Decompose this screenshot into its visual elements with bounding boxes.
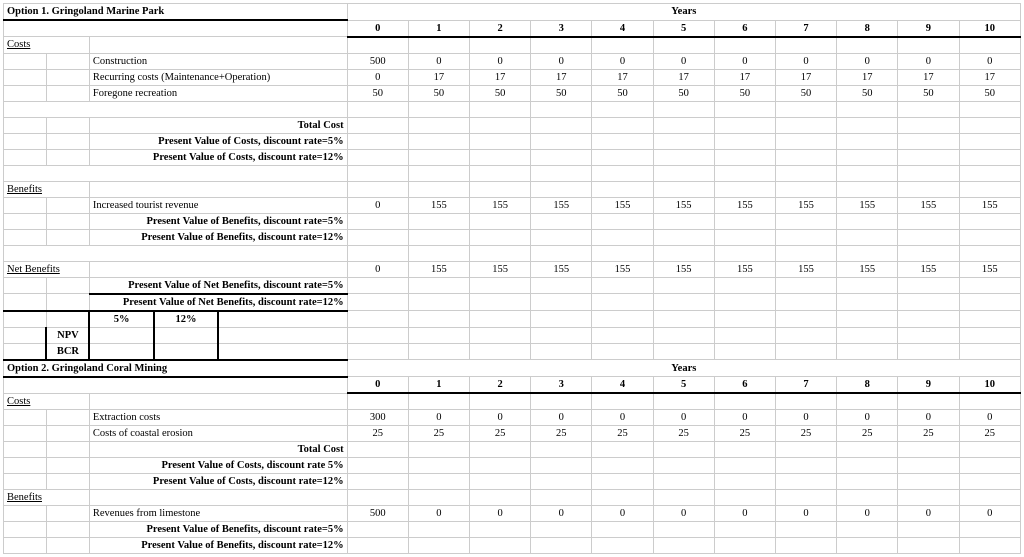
- costs-label-1: Costs: [4, 37, 90, 54]
- row-recurring: Recurring costs (Maintenance+Operation) …: [4, 69, 1021, 85]
- year-col: 1: [408, 20, 469, 37]
- total-cost-label-2: Total Cost: [89, 442, 347, 458]
- rate-12-header: 12%: [154, 311, 218, 328]
- row-extraction: Extraction costs 300 0 0 0 0 0 0 0 0 0 0: [4, 410, 1021, 426]
- row-erosion: Costs of coastal erosion 25 25 25 25 25 …: [4, 426, 1021, 442]
- pv-costs-12-label-2: Present Value of Costs, discount rate=12…: [89, 474, 347, 490]
- year-col: 10: [959, 377, 1021, 394]
- years-header-2: Years: [347, 360, 1020, 377]
- pv-ben-5-label-1: Present Value of Benefits, discount rate…: [89, 213, 347, 229]
- year-col: 5: [653, 377, 714, 394]
- year-col: 7: [775, 20, 836, 37]
- row-net-benefits: Net Benefits 0 155 155 155 155 155 155 1…: [4, 261, 1021, 277]
- year-col: 4: [592, 20, 653, 37]
- pv-costs-5-label-1: Present Value of Costs, discount rate=5%: [89, 133, 347, 149]
- npv-label: NPV: [46, 327, 89, 343]
- spreadsheet-table: Option 1. Gringoland Marine Park Years 0…: [3, 3, 1021, 554]
- year-col: 9: [898, 20, 959, 37]
- pv-costs-12-label-1: Present Value of Costs, discount rate=12…: [89, 149, 347, 165]
- year-col: 9: [898, 377, 959, 394]
- pv-costs-5-label-2: Present Value of Costs, discount rate 5%: [89, 458, 347, 474]
- year-col: 8: [837, 20, 898, 37]
- year-col: 6: [714, 377, 775, 394]
- years-header-1: Years: [347, 4, 1020, 21]
- row-limestone: Revenues from limestone 500 0 0 0 0 0 0 …: [4, 506, 1021, 522]
- year-col: 0: [347, 377, 408, 394]
- year-col: 4: [592, 377, 653, 394]
- net-benefits-label: Net Benefits: [4, 261, 90, 277]
- row-foregone: Foregone recreation 50 50 50 50 50 50 50…: [4, 85, 1021, 101]
- year-col: 6: [714, 20, 775, 37]
- benefits-label-2: Benefits: [4, 490, 90, 506]
- pv-ben-12-label-1: Present Value of Benefits, discount rate…: [89, 229, 347, 245]
- pv-ben-5-label-2: Present Value of Benefits, discount rate…: [89, 522, 347, 538]
- year-col: 2: [470, 377, 531, 394]
- option1-title: Option 1. Gringoland Marine Park: [4, 4, 348, 21]
- year-col: 8: [837, 377, 898, 394]
- year-col: 10: [959, 20, 1021, 37]
- row-construction: Construction 500 0 0 0 0 0 0 0 0 0 0: [4, 53, 1021, 69]
- year-col: 1: [408, 377, 469, 394]
- year-col: 7: [775, 377, 836, 394]
- total-cost-label-1: Total Cost: [89, 117, 347, 133]
- benefits-label-1: Benefits: [4, 181, 90, 197]
- pv-ben-12-label-2: Present Value of Benefits, discount rate…: [89, 538, 347, 554]
- pv-net-12-label: Present Value of Net Benefits, discount …: [89, 294, 347, 311]
- costs-label-2: Costs: [4, 393, 90, 410]
- year-col: 5: [653, 20, 714, 37]
- pv-net-5-label: Present Value of Net Benefits, discount …: [89, 277, 347, 294]
- row-tourist: Increased tourist revenue 0 155 155 155 …: [4, 197, 1021, 213]
- bcr-label: BCR: [46, 343, 89, 360]
- year-col: 3: [531, 20, 592, 37]
- year-col: 0: [347, 20, 408, 37]
- year-col: 2: [470, 20, 531, 37]
- option2-title: Option 2. Gringoland Coral Mining: [4, 360, 348, 377]
- rate-5-header: 5%: [89, 311, 153, 328]
- year-col: 3: [531, 377, 592, 394]
